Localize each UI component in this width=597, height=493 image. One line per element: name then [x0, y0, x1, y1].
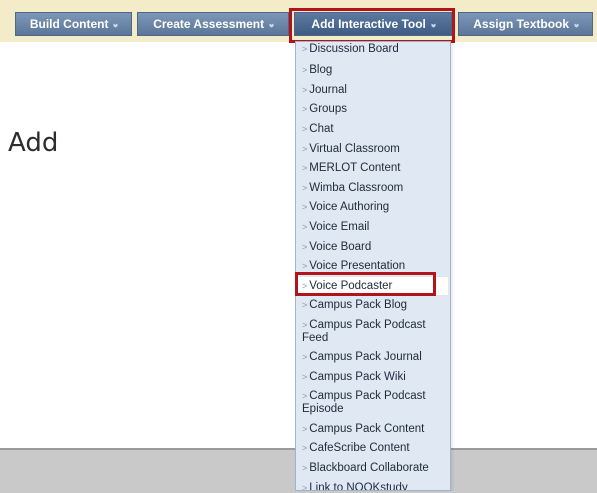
menu-item-campus-pack-wiki[interactable]: > Campus Pack Wiki — [296, 371, 450, 384]
build-content-button[interactable]: Build Content ›› — [15, 12, 132, 36]
menu-item-voice-presentation[interactable]: > Voice Presentation — [296, 260, 450, 273]
menu-item-campus-pack-journal[interactable]: > Campus Pack Journal — [296, 351, 450, 364]
chevron-right-icon: > — [302, 85, 308, 95]
menu-item-link-to-nookstudy[interactable]: > Link to NOOKstudy — [296, 482, 450, 491]
assign-textbook-label: Assign Textbook — [473, 17, 570, 31]
assign-textbook-button[interactable]: Assign Textbook ›› — [458, 12, 593, 36]
chevron-right-icon: > — [302, 104, 308, 114]
chevron-right-icon: > — [302, 183, 308, 193]
double-chevron-down-icon: ›› — [265, 22, 277, 26]
chevron-right-icon: > — [302, 300, 308, 310]
chevron-right-icon: > — [302, 281, 308, 291]
chevron-right-icon: > — [302, 463, 308, 473]
chevron-right-icon: > — [302, 242, 308, 252]
page-heading-fragment: Add — [8, 128, 59, 158]
create-assessment-label: Create Assessment — [153, 17, 265, 31]
menu-item-groups[interactable]: > Groups — [296, 103, 450, 116]
menu-item-chat[interactable]: > Chat — [296, 123, 450, 136]
menu-item-voice-authoring[interactable]: > Voice Authoring — [296, 201, 450, 214]
content-toolbar: Build Content ›› Create Assessment ›› Ad… — [0, 0, 597, 42]
chevron-right-icon: > — [302, 163, 308, 173]
menu-item-journal[interactable]: > Journal — [296, 84, 450, 97]
menu-item-voice-email[interactable]: > Voice Email — [296, 221, 450, 234]
menu-item-cafescribe-content[interactable]: > CafeScribe Content — [296, 442, 450, 455]
menu-shadow — [451, 41, 455, 491]
add-interactive-tool-label: Add Interactive Tool — [311, 17, 426, 31]
menu-item-campus-pack-blog[interactable]: > Campus Pack Blog — [296, 299, 450, 312]
chevron-right-icon: > — [302, 44, 308, 54]
menu-item-voice-podcaster[interactable]: > Voice Podcaster — [296, 277, 448, 295]
chevron-right-icon: > — [302, 261, 308, 271]
chevron-right-icon: > — [302, 372, 308, 382]
menu-item-campus-pack-podcast-feed[interactable]: > Campus Pack Podcast Feed — [296, 319, 450, 345]
menu-item-blackboard-collaborate[interactable]: > Blackboard Collaborate — [296, 462, 450, 475]
chevron-right-icon: > — [302, 443, 308, 453]
chevron-right-icon: > — [302, 124, 308, 134]
chevron-right-icon: > — [302, 144, 308, 154]
menu-item-merlot-content[interactable]: > MERLOT Content — [296, 162, 450, 175]
chevron-right-icon: > — [302, 222, 308, 232]
chevron-right-icon: > — [302, 483, 308, 491]
menu-item-virtual-classroom[interactable]: > Virtual Classroom — [296, 143, 450, 156]
create-assessment-button[interactable]: Create Assessment ›› — [137, 12, 289, 36]
double-chevron-down-icon: ›› — [110, 22, 122, 26]
chevron-right-icon: > — [302, 352, 308, 362]
chevron-right-icon: > — [302, 320, 308, 330]
menu-item-campus-pack-podcast-episode[interactable]: > Campus Pack Podcast Episode — [296, 390, 450, 416]
double-chevron-down-icon: ›› — [570, 22, 582, 26]
menu-item-blog[interactable]: > Blog — [296, 64, 450, 77]
chevron-right-icon: > — [302, 391, 308, 401]
build-content-label: Build Content — [29, 17, 109, 31]
add-interactive-tool-button[interactable]: Add Interactive Tool ›› — [294, 12, 452, 36]
chevron-right-icon: > — [302, 65, 308, 75]
menu-item-voice-board[interactable]: > Voice Board — [296, 241, 450, 254]
double-chevron-down-icon: ›› — [427, 22, 439, 26]
chevron-right-icon: > — [302, 202, 308, 212]
menu-item-campus-pack-content[interactable]: > Campus Pack Content — [296, 423, 450, 436]
menu-item-wimba-classroom[interactable]: > Wimba Classroom — [296, 182, 450, 195]
chevron-right-icon: > — [302, 424, 308, 434]
interactive-tool-dropdown: > Discussion Board > Blog > Journal > Groups… — [295, 41, 451, 491]
menu-item-discussion-board[interactable]: > Discussion Board — [296, 43, 450, 56]
